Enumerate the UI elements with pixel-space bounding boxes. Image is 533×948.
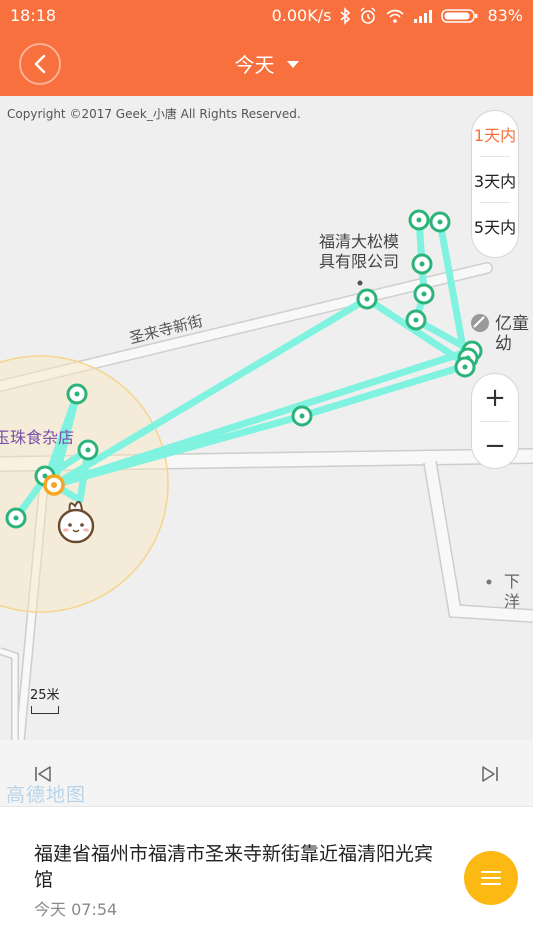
poi-label-line: 福清大松模 <box>319 232 400 251</box>
location-info-panel: 福建省福州市福清市圣来寺新街靠近福清阳光宾馆 今天 07:54 <box>0 806 533 948</box>
track-point[interactable] <box>408 209 430 231</box>
poi-label-company: 福清大松模 具有限公司 <box>319 232 399 272</box>
scale-label: 25米 <box>30 688 60 703</box>
zoom-out-button[interactable]: − <box>472 422 518 469</box>
menu-button[interactable] <box>464 851 518 905</box>
track-point[interactable] <box>411 253 433 275</box>
poi-label-right-top: 亿童幼 <box>495 314 529 354</box>
zoom-control: + − <box>471 373 519 469</box>
date-dropdown[interactable]: 今天 <box>0 49 533 78</box>
header-bar: 今天 <box>0 32 533 96</box>
location-time: 今天 07:54 <box>34 900 118 919</box>
current-point[interactable] <box>43 474 65 496</box>
day-range-filter: 1天内 3天内 5天内 <box>471 110 519 258</box>
status-icons: 0.00K/s 83% <box>272 6 523 25</box>
track-point[interactable] <box>413 283 435 305</box>
copyright-text: Copyright ©2017 Geek_小唐 All Rights Reser… <box>7 107 301 121</box>
filter-3-day[interactable]: 3天内 <box>472 157 518 202</box>
poi-label-right-bottom: 下洋 <box>504 572 521 611</box>
status-bar: 18:18 0.00K/s 83% <box>0 0 533 32</box>
track-point[interactable] <box>66 383 88 405</box>
poi-logo-icon <box>471 314 489 332</box>
filter-1-day[interactable]: 1天内 <box>472 111 518 156</box>
map-provider-logo: 高德地图 <box>6 784 87 806</box>
network-speed: 0.00K/s <box>271 6 332 25</box>
menu-icon <box>481 871 501 885</box>
poi-label-store: 玉珠食杂店 <box>0 428 75 447</box>
filter-5-day[interactable]: 5天内 <box>472 203 518 248</box>
track-point[interactable] <box>429 211 451 233</box>
poi-dot <box>486 579 492 585</box>
map-canvas <box>0 209 533 740</box>
track-point[interactable] <box>356 288 378 310</box>
alarm-icon <box>360 6 376 24</box>
location-address: 福建省福州市福清市圣来寺新街靠近福清阳光宾馆 <box>34 843 434 891</box>
zoom-in-button[interactable]: + <box>472 374 518 421</box>
caret-down-icon <box>286 61 299 68</box>
wifi-icon <box>386 9 404 23</box>
battery-level: 83% <box>487 6 523 25</box>
page-title: 今天 <box>234 53 275 77</box>
scale-bar <box>31 706 59 714</box>
track-point[interactable] <box>405 309 427 331</box>
track-point[interactable] <box>77 439 99 461</box>
map-view[interactable]: Copyright ©2017 Geek_小唐 All Rights Reser… <box>0 96 533 740</box>
poi-dot <box>357 280 363 286</box>
track-point[interactable] <box>291 405 313 427</box>
bluetooth-icon <box>340 6 351 25</box>
step-forward-icon[interactable] <box>479 764 499 784</box>
playback-bar: 高德地图 <box>0 740 533 806</box>
battery-icon <box>441 8 478 23</box>
status-time: 18:18 <box>10 6 57 25</box>
road-branch-inner <box>0 648 18 740</box>
track-point[interactable] <box>5 507 27 529</box>
signal-icon <box>414 9 433 23</box>
poi-label-line: 具有限公司 <box>319 252 400 271</box>
